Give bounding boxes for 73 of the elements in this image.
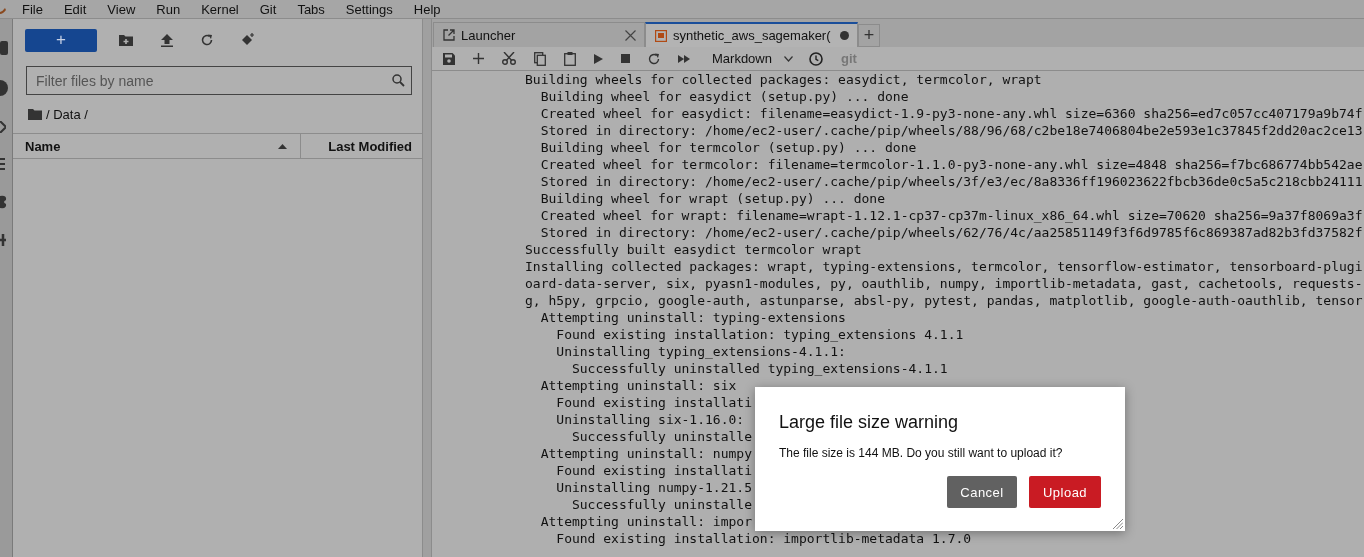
menu-item[interactable]: View [107, 1, 136, 17]
plus-icon[interactable] [473, 53, 484, 64]
output-line: Successfully uninstalled typing_extensions-4.1.1 [570, 360, 948, 377]
fast-forward-icon[interactable] [678, 54, 690, 63]
output-line: Uninstalling numpy-1.21.5 [555, 479, 752, 496]
output-line: Building wheel for easydict (setup.py) ... done [539, 88, 909, 105]
copy-icon[interactable] [534, 51, 546, 66]
output-line: Uninstalling typing_extensions-4.1.1: [555, 343, 846, 360]
menu-item[interactable]: Git [259, 1, 277, 17]
close-icon[interactable] [625, 29, 636, 41]
output-line: Stored in directory: /home/ec2-user/.cache/pip/wheels/88/96/68/c2be18e7406804be2e593e1c37845f2dd20ac2ce13 [539, 122, 1363, 139]
menu-item[interactable]: Run [156, 1, 181, 17]
output-line: Attempting uninstall: impor [539, 513, 752, 530]
search-icon [392, 74, 405, 87]
new-launcher-button[interactable]: + [25, 28, 97, 52]
clock-icon[interactable] [808, 51, 823, 66]
refresh-icon[interactable] [201, 34, 213, 46]
output-line: Found existing installation: typing_extensions 4.1.1 [555, 326, 964, 343]
filter-field[interactable]: Filter files by name [26, 66, 412, 95]
column-header[interactable]: Name [13, 134, 301, 158]
output-line: Created wheel for wrapt: filename=wrapt-1.12.1-cp37-cp37m-linux_x86_64.whl size=70620 sha256=9a37f8069a3f [539, 207, 1363, 224]
dialog-title: Large file size warning [779, 412, 960, 433]
output-line: Successfully built easydict termcolor wrapt [525, 241, 862, 258]
output-line: Found existing installation: importlib-metadata 1.7.0 [555, 530, 972, 547]
resize-grip-icon[interactable] [1113, 519, 1123, 529]
tab[interactable]: synthetic_aws_sagemaker( [645, 22, 858, 47]
notebook-icon [655, 29, 667, 42]
output-line: Attempting uninstall: typing-extensions [539, 309, 846, 326]
run-icon[interactable] [594, 53, 603, 64]
output-line: Successfully uninstalle [570, 496, 752, 513]
tab[interactable]: Launcher [433, 22, 645, 47]
column-header[interactable]: Last Modified [301, 134, 422, 158]
output-line: Created wheel for termcolor: filename=termcolor-1.1.0-py3-none-any.whl size=4848 sha256=f7bc686774bb542ae [539, 156, 1363, 173]
caret-icon [783, 55, 793, 62]
output-line: Installing collected packages: wrapt, typing-extensions, termcolor, tensorflow-estimator, tensorboard-plugi [525, 258, 1363, 275]
restart-icon[interactable] [648, 52, 660, 65]
breadcrumb-path[interactable]: / Data / [46, 106, 88, 122]
menu-item[interactable]: Settings [345, 1, 393, 17]
upload-icon[interactable] [161, 33, 173, 47]
output-line: g, h5py, grpcio, google-auth, astunparse, absl-py, pytest, pandas, matplotlib, google-auth-oauthlib, tensor [525, 292, 1363, 309]
menu-item[interactable]: Tabs [297, 1, 325, 17]
clipboard-icon[interactable] [564, 51, 576, 66]
tab-label: synthetic_aws_sagemaker( [673, 28, 832, 43]
output-line: Found existing installati [555, 462, 752, 479]
scissors-icon[interactable] [502, 52, 516, 65]
output-line: Uninstalling six-1.16.0: [555, 411, 745, 428]
upload-button[interactable]: Upload [1029, 476, 1101, 508]
menu-item[interactable]: Help [413, 1, 441, 17]
cancel-button[interactable]: Cancel [947, 476, 1017, 508]
menu-item[interactable]: Kernel [201, 1, 239, 17]
output-line: Building wheel for wrapt (setup.py) ... done [539, 190, 886, 207]
git-clone-icon[interactable] [241, 33, 255, 47]
output-line: Attempting uninstall: six [539, 377, 737, 394]
output-line: Stored in directory: /home/ec2-user/.cache/pip/wheels/3f/e3/ec/8a8336ff196023622fbcb36de0c5a5c218cbb24111 [539, 173, 1363, 190]
plus-icon[interactable] [0, 234, 6, 246]
dialog-message: The file size is 144 MB. Do you still want to upload it? [779, 446, 1064, 460]
external-link-icon [443, 29, 455, 41]
output-line: Building wheels for collected packages: easydict, termcolor, wrapt [525, 71, 1042, 88]
new-folder-icon[interactable] [119, 34, 133, 46]
output-line: Stored in directory: /home/ec2-user/.cache/pip/wheels/62/76/4c/aa25851149f3f6d9785f6c869387ad82b3fd37582f [539, 224, 1363, 241]
list-icon[interactable] [0, 158, 5, 170]
output-line: oard-data-server, six, pyasn1-modules, py, oauthlib, numpy, importlib-metadata, gast, cachetools, requests- [525, 275, 1363, 292]
cell-type-dropdown[interactable]: Markdown [712, 51, 793, 66]
output-line: Created wheel for easydict: filename=easydict-1.9-py3-none-any.whl size=6360 sha256=ed7c057cc407179a9b74f [539, 105, 1363, 122]
output-line: Found existing installati [555, 394, 752, 411]
menu-item[interactable]: Edit [63, 1, 87, 17]
output-line: Building wheel for termcolor (setup.py) ... done [539, 139, 917, 156]
output-line: Attempting uninstall: numpy [539, 445, 752, 462]
tab-label: Launcher [461, 27, 517, 43]
add-tab-button[interactable]: + [858, 24, 880, 47]
output-line: Successfully uninstalle [570, 428, 752, 445]
menu-item[interactable]: File [22, 1, 43, 17]
save-icon[interactable] [443, 52, 455, 65]
